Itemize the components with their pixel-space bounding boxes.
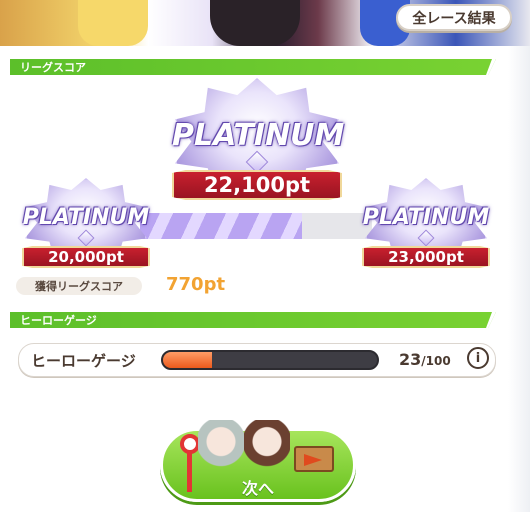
hero-gauge-track bbox=[161, 350, 379, 370]
info-icon[interactable]: i bbox=[467, 347, 489, 369]
hero-gauge-section-header: ヒーローゲージ bbox=[10, 312, 496, 328]
arrow-sign-icon bbox=[294, 446, 334, 472]
character-art-1 bbox=[78, 0, 148, 46]
previous-rank-badge: PLATINUM 20,000pt bbox=[22, 178, 150, 270]
hero-gauge-value: 23/100 bbox=[399, 350, 451, 369]
earned-league-score-value: 770pt bbox=[166, 274, 226, 295]
signpost-icon bbox=[187, 452, 192, 492]
earned-league-score-label: 獲得リーグスコア bbox=[16, 277, 142, 295]
rank-points: 22,100pt bbox=[172, 170, 342, 200]
rank-name: PLATINUM bbox=[22, 205, 150, 230]
current-rank-badge: PLATINUM 22,100pt bbox=[172, 78, 345, 202]
hero-gauge-max: /100 bbox=[421, 354, 451, 368]
character-art-2 bbox=[210, 0, 300, 46]
rank-points: 23,000pt bbox=[362, 246, 490, 268]
goal-sign-icon bbox=[180, 434, 200, 454]
hero-gauge-current: 23 bbox=[399, 350, 422, 369]
all-race-results-button[interactable]: 全レース結果 bbox=[396, 4, 512, 31]
rank-points: 20,000pt bbox=[22, 246, 150, 268]
hero-gauge-fill bbox=[163, 352, 213, 368]
hero-gauge-label: ヒーローゲージ bbox=[31, 352, 136, 370]
league-score-section-header: リーグスコア bbox=[10, 59, 496, 75]
section-title: リーグスコア bbox=[20, 61, 86, 74]
league-score-progress-fill bbox=[140, 213, 303, 239]
rank-name: PLATINUM bbox=[172, 118, 345, 153]
hero-gauge-row: ヒーローゲージ 23/100 i bbox=[18, 343, 496, 377]
next-rank-badge: PLATINUM 23,000pt bbox=[362, 178, 490, 270]
league-score-progress-track bbox=[140, 213, 372, 239]
section-title: ヒーローゲージ bbox=[20, 314, 97, 327]
rank-name: PLATINUM bbox=[362, 205, 490, 230]
chibi-character-art bbox=[244, 420, 290, 468]
chibi-character-art bbox=[198, 420, 244, 468]
panel-edge bbox=[508, 46, 530, 512]
